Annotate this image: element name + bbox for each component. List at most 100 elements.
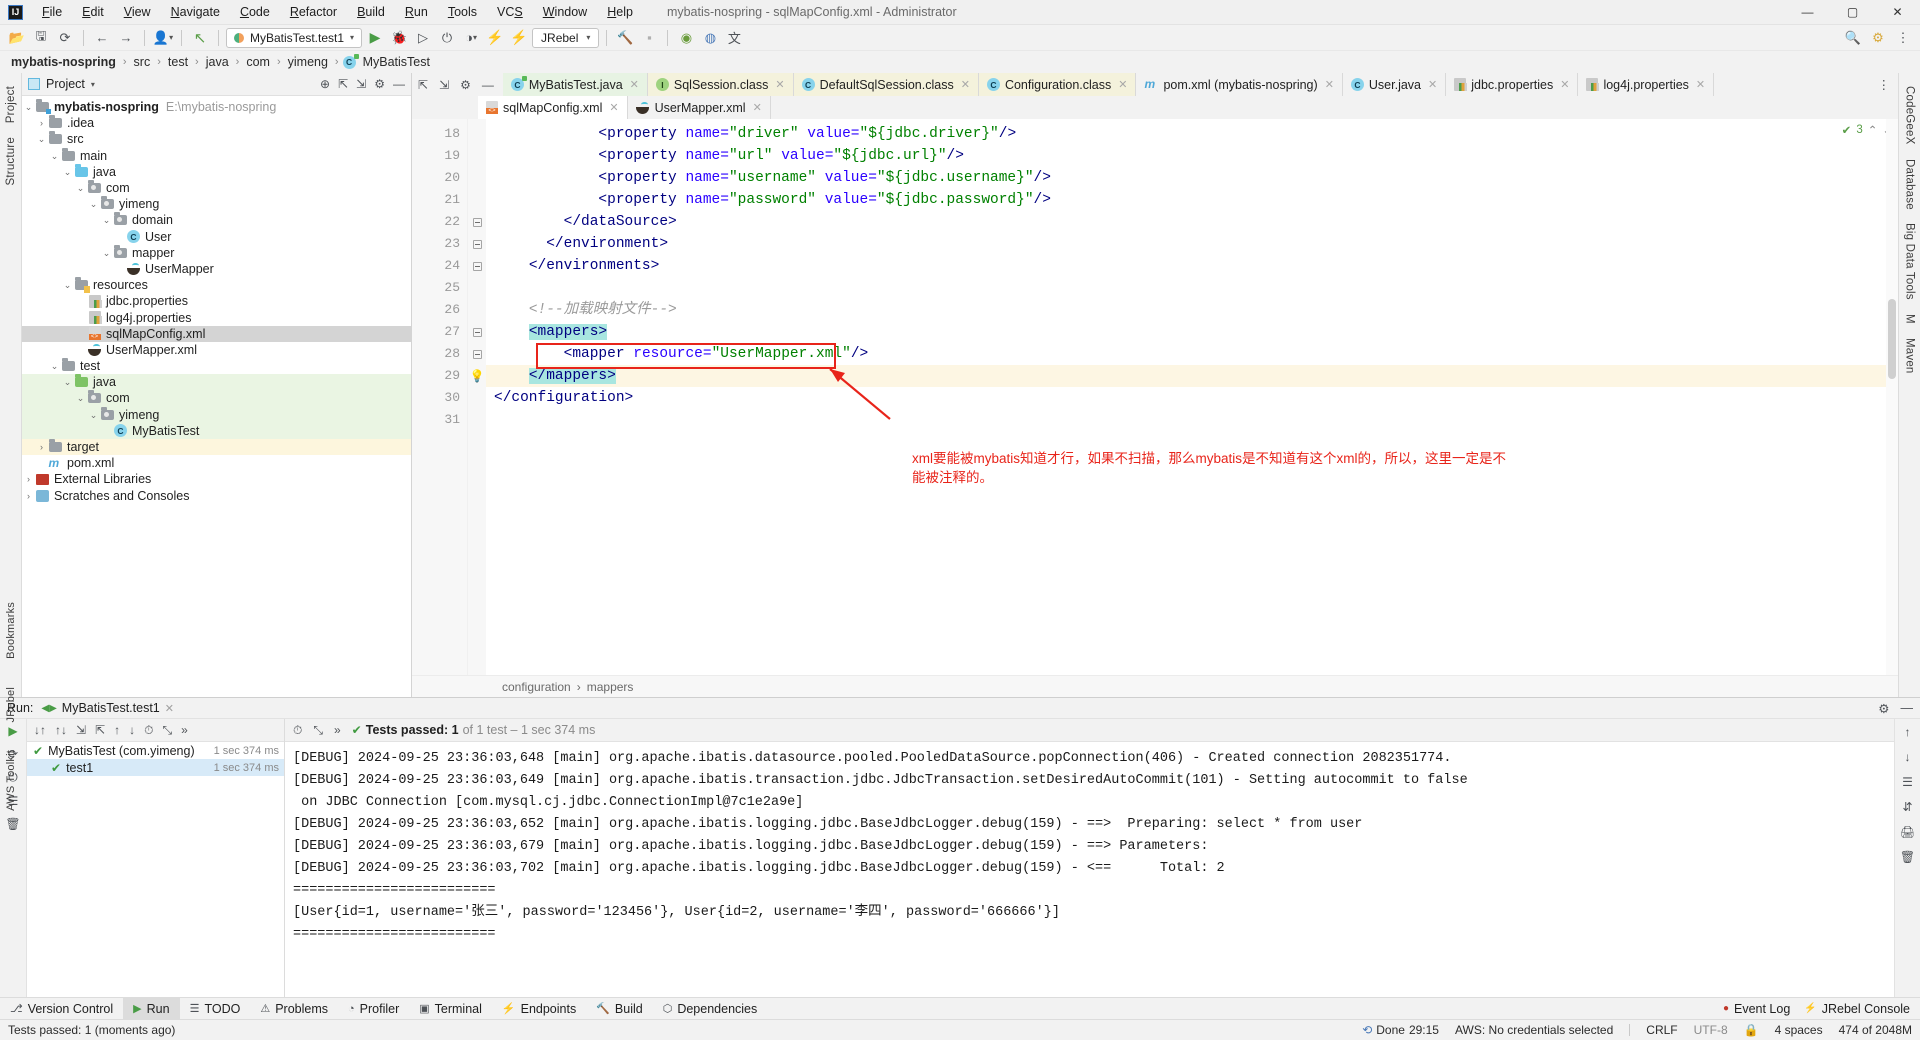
update-project-icon[interactable]: ↖ bbox=[189, 27, 211, 48]
close-icon[interactable]: ✕ bbox=[165, 702, 174, 715]
fold-toggle-icon[interactable] bbox=[468, 211, 486, 233]
minimize-button[interactable]: — bbox=[1785, 0, 1830, 25]
test-tree-action-6[interactable]: ⏱ bbox=[144, 723, 153, 738]
tree-node-java[interactable]: ⌄ java bbox=[22, 374, 411, 391]
code-line[interactable]: </dataSource> bbox=[486, 211, 1898, 233]
editor-tabs-more-icon[interactable]: ⋮ bbox=[1870, 73, 1899, 96]
close-icon[interactable]: ✕ bbox=[775, 78, 784, 91]
console-output[interactable]: [DEBUG] 2024-09-25 23:36:03,648 [main] o… bbox=[285, 742, 1894, 997]
tree-node-user[interactable]: C User bbox=[22, 229, 411, 245]
tool-window-run[interactable]: ▶ Run bbox=[123, 997, 180, 1020]
menu-window[interactable]: Window bbox=[533, 2, 597, 22]
gear-icon[interactable]: ⚙ bbox=[374, 77, 385, 91]
menu-refactor[interactable]: Refactor bbox=[280, 2, 347, 22]
tree-node-target[interactable]: › target bbox=[22, 438, 411, 456]
run-tab[interactable]: ◀▶ MyBatisTest.test1 ✕ bbox=[41, 701, 174, 715]
rail-tab-jrebel[interactable]: JRebel bbox=[3, 680, 19, 729]
code-line[interactable]: <property name="driver" value="${jdbc.dr… bbox=[486, 123, 1898, 145]
close-icon[interactable]: ✕ bbox=[1325, 78, 1334, 91]
rail-tab-aws-toolkit[interactable]: AWS Toolkit bbox=[3, 743, 19, 818]
rail-tab-bigdatatools[interactable]: Big Data Tools bbox=[1902, 216, 1918, 307]
breadcrumb-item-class[interactable]: MyBatisTest bbox=[360, 54, 433, 70]
close-icon[interactable]: ✕ bbox=[753, 101, 762, 114]
test-tree-action-8[interactable]: » bbox=[181, 723, 188, 737]
line-separator-widget[interactable]: CRLF bbox=[1646, 1023, 1677, 1037]
tree-node-usermapper[interactable]: UserMapper bbox=[22, 261, 411, 277]
attach-profiler-button[interactable]: ◑ ▾ bbox=[460, 27, 482, 48]
tree-expander-icon[interactable]: ⌄ bbox=[74, 180, 87, 196]
menu-code[interactable]: Code bbox=[230, 2, 280, 22]
close-icon[interactable]: ✕ bbox=[1696, 78, 1705, 91]
tool-window-dependencies[interactable]: ⬡ Dependencies bbox=[653, 998, 768, 1020]
code-line[interactable] bbox=[486, 277, 1898, 299]
test-tree-action-0[interactable]: ↓↑ bbox=[34, 723, 46, 737]
debug-button[interactable]: 🐞 bbox=[388, 27, 410, 48]
editor-tab-sqlsession-class[interactable]: I SqlSession.class ✕ bbox=[647, 73, 794, 96]
code-line[interactable]: <property name="password" value="${jdbc.… bbox=[486, 189, 1898, 211]
breadcrumb-item-src[interactable]: src bbox=[131, 54, 154, 70]
tree-expander-icon[interactable]: ⌄ bbox=[61, 374, 74, 390]
console-action-4[interactable]: 🖨 bbox=[1900, 825, 1915, 839]
editor-tab-mybatistest-java[interactable]: C MyBatisTest.java ✕ bbox=[502, 73, 648, 96]
rail-tab-m[interactable]: M bbox=[1902, 307, 1918, 331]
tree-expander-icon[interactable]: › bbox=[35, 439, 48, 455]
jrebel-debug-icon[interactable]: ⚡ bbox=[508, 27, 530, 48]
test-tree-action-7[interactable]: ⤡ bbox=[163, 723, 173, 738]
console-actions-sidebar[interactable]: ↑ ↓ ☰ ⇵ 🖨 🗑 bbox=[1894, 719, 1920, 997]
chevron-down-icon[interactable]: ▾ bbox=[91, 80, 95, 89]
profile-icon[interactable]: 👤 ▾ bbox=[152, 27, 174, 48]
breadcrumb-item-project[interactable]: mybatis-nospring bbox=[8, 54, 119, 70]
editor-tab-defaultsqlsession-class[interactable]: C DefaultSqlSession.class ✕ bbox=[793, 73, 979, 96]
tool-window-jrebel-console[interactable]: ⚡ JRebel Console bbox=[1804, 1002, 1910, 1016]
tree-node-domain[interactable]: ⌄ domain bbox=[22, 212, 411, 228]
test-tree-row[interactable]: ✔ test1 1 sec 374 ms bbox=[27, 759, 284, 776]
encoding-widget[interactable]: UTF-8 bbox=[1694, 1023, 1728, 1037]
console-action-5[interactable]: 🗑 bbox=[1900, 850, 1915, 864]
tree-node-resources[interactable]: ⌄ resources bbox=[22, 277, 411, 294]
editor-tab-jdbc-properties[interactable]: jdbc.properties ✕ bbox=[1446, 73, 1579, 96]
search-icon[interactable]: 🔍 bbox=[1842, 27, 1864, 48]
tree-expander-icon[interactable]: ⌄ bbox=[22, 99, 35, 115]
rail-tab-codegeex[interactable]: CodeGeeX bbox=[1902, 79, 1918, 152]
run-button[interactable]: ▶ bbox=[364, 27, 386, 48]
tree-node-test[interactable]: ⌄ test bbox=[22, 358, 411, 374]
tree-node-pom-xml[interactable]: m pom.xml bbox=[22, 455, 411, 471]
tool-window-todo[interactable]: ☰ TODO bbox=[180, 998, 251, 1020]
breadcrumb-item-java[interactable]: java bbox=[203, 54, 232, 70]
console-action-0[interactable]: ↑ bbox=[1905, 725, 1911, 739]
editor-tab-pom-xml-mybatis-nospring-[interactable]: m pom.xml (mybatis-nospring) ✕ bbox=[1136, 73, 1343, 96]
sync-icon[interactable]: ⟳ bbox=[54, 27, 76, 48]
rail-tab-database[interactable]: Database bbox=[1902, 152, 1918, 217]
editor-tab-user-java[interactable]: C User.java ✕ bbox=[1342, 73, 1447, 96]
menu-view[interactable]: View bbox=[114, 2, 161, 22]
rail-tab-bookmarks[interactable]: Bookmarks bbox=[3, 595, 19, 666]
hide-icon[interactable]: — bbox=[482, 78, 494, 92]
test-tree-action-2[interactable]: ⇲ bbox=[76, 723, 86, 737]
collapse-all-icon[interactable]: ⇲ bbox=[356, 77, 366, 91]
editor-tab-sqlmapconfig-xml[interactable]: sqlMapConfig.xml ✕ bbox=[478, 96, 628, 119]
editor-tab-row-2[interactable]: sqlMapConfig.xml ✕ UserMapper.xml ✕ bbox=[412, 96, 1898, 119]
locate-file-icon[interactable]: ⊕ bbox=[320, 77, 330, 91]
rerun-tests-icon[interactable]: ⏱ bbox=[293, 723, 302, 738]
tree-expander-icon[interactable]: › bbox=[35, 115, 48, 131]
breadcrumb-item-yimeng[interactable]: yimeng bbox=[285, 54, 331, 70]
tool-window-terminal[interactable]: ▣ Terminal bbox=[409, 998, 492, 1020]
close-icon[interactable]: ✕ bbox=[961, 78, 970, 91]
fold-toggle-icon[interactable] bbox=[468, 255, 486, 277]
intention-bulb-icon[interactable]: 💡 bbox=[468, 365, 486, 387]
menu-navigate[interactable]: Navigate bbox=[161, 2, 230, 22]
tree-node-main[interactable]: ⌄ main bbox=[22, 147, 411, 164]
project-tree[interactable]: ⌄ mybatis-nospring E:\mybatis-nospring › .id… bbox=[22, 96, 411, 697]
run-configuration-selector[interactable]: MyBatisTest.test1 ▾ bbox=[226, 27, 363, 48]
tree-node-src[interactable]: ⌄ src bbox=[22, 131, 411, 147]
menu-build[interactable]: Build bbox=[347, 2, 395, 22]
code-line[interactable]: </environment> bbox=[486, 233, 1898, 255]
fold-gutter[interactable]: 💡 bbox=[468, 119, 486, 675]
gear-icon[interactable]: ⚙ bbox=[460, 78, 471, 92]
code-editor[interactable]: 18 19 20 21 22 23 24 25 26 27 28 29 30 31 💡 <property… bbox=[412, 119, 1898, 675]
back-icon[interactable]: ← bbox=[91, 27, 113, 48]
code-line[interactable]: <mappers> bbox=[486, 321, 1898, 343]
tree-expander-icon[interactable]: › bbox=[22, 488, 35, 504]
maximize-button[interactable]: ▢ bbox=[1830, 0, 1875, 25]
rail-tab-project[interactable]: Project bbox=[3, 79, 19, 130]
